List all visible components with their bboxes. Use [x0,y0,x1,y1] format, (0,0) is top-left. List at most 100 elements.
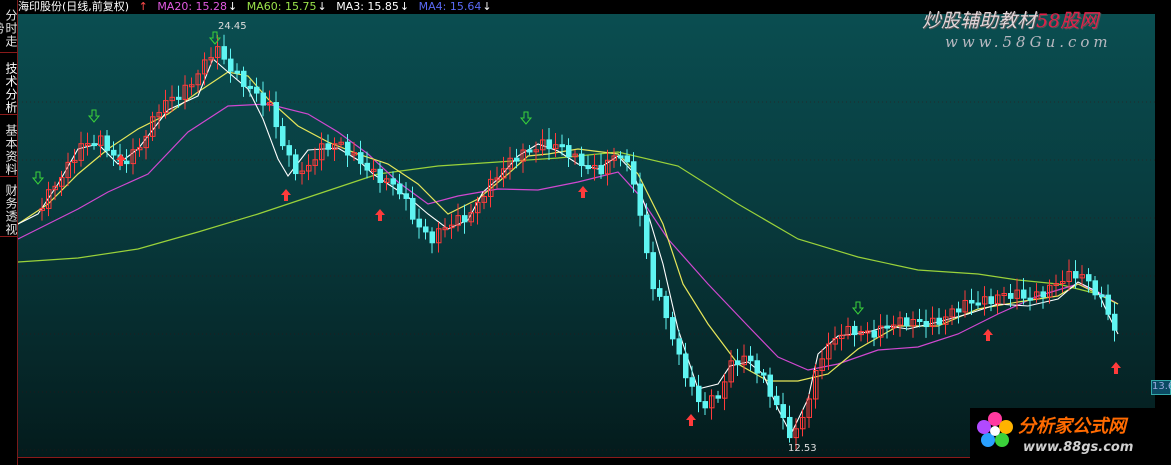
candle-body [871,330,877,338]
candle-body [377,168,383,183]
sell-arrow-icon [851,301,865,315]
candle-body [429,231,435,244]
candle-body [176,96,182,100]
candle-body [403,193,409,199]
tab-financial[interactable]: 财务透视 [0,184,18,237]
candle-body [585,165,591,170]
high-price-label: 24.45 [218,21,247,32]
tab-basic-info[interactable]: 基本资料 [0,124,18,177]
candle-body [273,102,279,128]
candle-body [221,46,227,60]
moving-average-lines [18,58,1119,436]
candle-body [254,86,260,94]
down-arrow-icon: ↓ [317,0,327,13]
candle-body [904,317,910,327]
candle-body [1021,289,1027,299]
candle-body [670,317,676,340]
buy-arrow-icon [983,329,993,341]
candle-body [618,155,624,159]
tab-intraday[interactable]: 分时走势 [0,4,18,53]
candle-body [780,404,786,418]
candle-body [1040,291,1046,298]
low-price-label: 12.53 [788,443,817,454]
ma3-label: MA3: 15.85 [336,0,399,13]
candle-body [280,126,286,147]
candle-body [975,302,981,306]
candle-body [241,70,247,87]
candle-body [410,197,416,220]
sell-arrow-icon [519,111,533,125]
candle-body [631,161,637,185]
candle-body [1105,294,1111,315]
signal-arrows [31,31,1121,426]
sell-arrow-icon [87,109,101,123]
candle-body [683,353,689,379]
candle-body [228,58,234,72]
candle-body [124,160,130,165]
candle-body [1112,313,1118,331]
ma4-label: MA4: 15.64 [418,0,482,13]
sell-arrow-icon [208,31,222,45]
candle-body [325,143,331,150]
candle-body [286,145,292,156]
watermark-88gs: 分析家公式网 [1018,416,1126,437]
up-arrow-icon: ↑ [138,0,148,13]
candle-body [917,319,923,323]
watermark-58gu: 炒股辅助教材58股网 [922,6,1098,33]
stock-chart-window: 分时走势 技术分析 基本资料 财务透视 海印股份(日线,前复权) ↑ MA20:… [0,0,1171,465]
candle-body [624,155,630,163]
candle-body [598,164,604,175]
buy-arrow-icon [375,209,385,221]
buy-arrow-icon [1111,362,1121,374]
candle-body [345,141,351,156]
candle-body [579,153,585,167]
buy-arrow-icon [686,414,696,426]
watermark-58gu-text: 炒股辅助教材 [922,10,1037,32]
candle-body [702,401,708,409]
buy-arrow-icon [281,189,291,201]
candle-body [650,252,656,290]
candle-body [462,215,468,223]
candle-body [969,299,975,304]
candle-body [1086,274,1092,282]
stock-title[interactable]: 海印股份(日线,前复权) [18,0,129,13]
left-tab-bar: 分时走势 技术分析 基本资料 财务透视 [0,0,18,465]
candlesticks [39,34,1118,450]
candle-body [1008,293,1014,299]
candle-body [923,321,929,328]
sell-arrow-icon [31,171,45,185]
candle-body [676,338,682,355]
candle-body [1027,297,1033,301]
candle-body [397,183,403,195]
candle-body [293,154,299,175]
candle-body [1092,280,1098,296]
candle-body [527,149,533,153]
candle-body [559,144,565,148]
candle-body [260,92,266,106]
candle-body [787,416,793,439]
down-arrow-icon: ↓ [228,0,238,13]
candle-body [644,214,650,254]
candle-body [111,149,117,156]
candle-body [364,162,370,171]
candle-body [390,178,396,185]
candle-body [566,145,572,158]
watermark-58gu-red: 58股网 [1036,10,1099,32]
candle-body [637,183,643,216]
chart-grid [18,101,1155,451]
candle-body [767,374,773,397]
candle-body [514,157,520,162]
candle-body [657,288,663,297]
candle-body [234,70,240,74]
candle-body [774,395,780,406]
tab-technical-analysis[interactable]: 技术分析 [0,62,18,115]
candle-body [696,385,702,403]
candlestick-chart[interactable]: 24.45 12.53 [18,14,1155,458]
flower-logo-icon [977,412,1013,447]
down-arrow-icon: ↓ [399,0,410,13]
candle-body [852,325,858,336]
candle-body [988,296,994,305]
candle-body [91,143,97,147]
ma20-label: MA20: 15.28 [157,0,228,13]
candle-body [546,139,552,150]
